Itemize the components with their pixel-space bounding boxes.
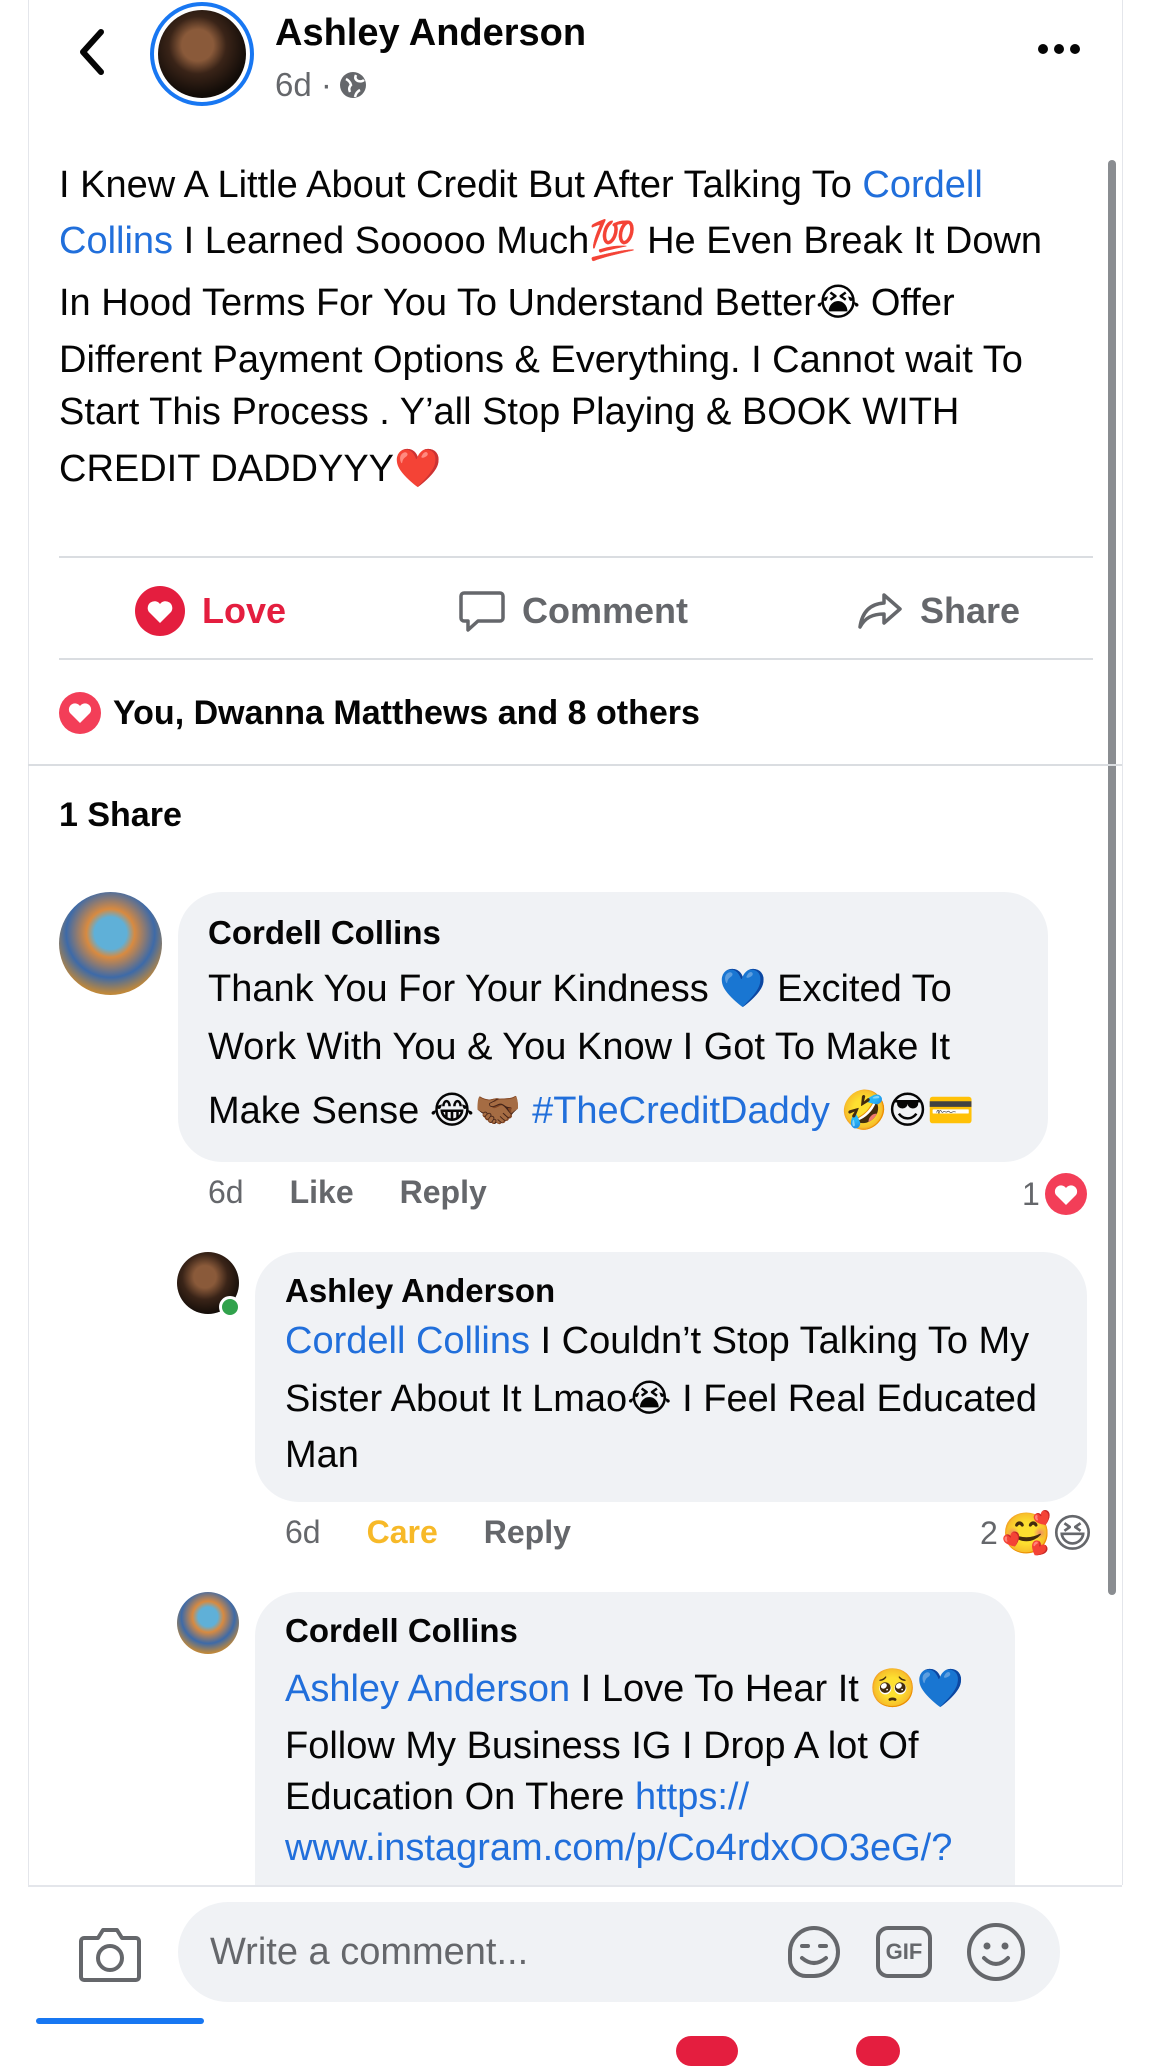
reaction-count-number: 2: [980, 1515, 998, 1551]
comment-reaction-count[interactable]: 2 🥰😆: [980, 1510, 1093, 1557]
divider: [28, 764, 1122, 766]
post-text-line: Start This Process . Y’all Stop Playing …: [59, 391, 960, 433]
comment-time: 6d: [285, 1514, 321, 1550]
sticker-button[interactable]: [782, 1920, 846, 1984]
commenter-name[interactable]: Cordell Collins: [285, 1612, 985, 1650]
post-text-line: Different Payment Options & Everything. …: [59, 339, 1023, 381]
comment-input-container: GIF: [178, 1902, 1060, 2002]
globe-icon: [339, 72, 366, 98]
heart-badge-icon: [59, 692, 101, 734]
post-body: I Knew A Little About Credit But After T…: [59, 160, 1099, 500]
comment-time: 6d: [208, 1174, 244, 1210]
comment-actions: 6d Care Reply: [285, 1514, 571, 1551]
comment-text-line: Thank You For Your Kindness 💙 Excited To: [208, 968, 952, 1010]
comment-text-line: Man: [285, 1434, 359, 1476]
gif-button[interactable]: GIF: [872, 1920, 936, 1984]
comment-label: Comment: [522, 590, 689, 631]
heart-reaction-icon: [135, 586, 185, 636]
comment-text-line: Follow My Business IG I Drop A lot Of: [285, 1725, 919, 1767]
more-dot-icon: [1070, 44, 1080, 54]
commenter-avatar[interactable]: [177, 1592, 239, 1654]
gif-label: GIF: [885, 1939, 923, 1964]
reactions-summary[interactable]: You, Dwanna Matthews and 8 others: [59, 692, 700, 734]
frame-border-right: [1122, 0, 1123, 1885]
active-tab-indicator: [36, 2018, 204, 2024]
url-link[interactable]: https://: [635, 1776, 749, 1818]
commenter-name[interactable]: Cordell Collins: [208, 914, 1018, 952]
comment-text-segment: I Couldn’t Stop Talking To My: [529, 1320, 1030, 1362]
sticker-icon: [788, 1926, 840, 1978]
comment-icon: [459, 591, 505, 632]
comment-bubble: Ashley Anderson Cordell Collins I Couldn…: [255, 1252, 1087, 1502]
comment-text-segment: Education On There: [285, 1776, 635, 1818]
more-options-button[interactable]: [1038, 44, 1080, 54]
mention-link[interactable]: Collins: [59, 220, 173, 262]
post-author-name[interactable]: Ashley Anderson: [275, 12, 586, 55]
camera-button[interactable]: [78, 1924, 142, 1984]
comment-text-segment: I Love To Hear It 🥺💙: [570, 1668, 965, 1710]
tab-bar-icon-peek: [676, 2036, 738, 2066]
more-dot-icon: [1054, 44, 1064, 54]
reaction-count-number: 1: [1022, 1175, 1040, 1212]
share-arrow-icon: [858, 593, 902, 629]
url-link[interactable]: www.instagram.com/p/Co4rdxOO3eG/?: [285, 1820, 985, 1876]
reply-button[interactable]: Reply: [484, 1514, 571, 1551]
reaction-emoji-icons: 🥰😆: [1001, 1512, 1094, 1556]
comment-input[interactable]: [208, 1929, 752, 1975]
smiley-icon: [967, 1923, 1025, 1981]
mention-link[interactable]: Cordell Collins: [285, 1320, 530, 1362]
scrollbar[interactable]: [1108, 160, 1116, 1595]
tab-bar-icon-peek: [856, 2036, 900, 2066]
comment-bubble: Cordell Collins Thank You For Your Kindn…: [178, 892, 1048, 1162]
divider: [59, 658, 1093, 660]
gif-icon: GIF: [876, 1926, 932, 1978]
comment-button[interactable]: Comment: [458, 583, 688, 639]
comment-actions: 6d Like Reply: [208, 1174, 487, 1211]
comment-text-segment: 🤣😎💳: [829, 1090, 975, 1132]
commenter-name[interactable]: Ashley Anderson: [285, 1272, 1057, 1310]
share-label: Share: [920, 590, 1021, 631]
post-meta: 6d ·: [275, 66, 368, 104]
love-label: Love: [202, 590, 287, 631]
mention-link[interactable]: Ashley Anderson: [285, 1668, 570, 1710]
hashtag-link[interactable]: #TheCreditDaddy: [532, 1090, 830, 1132]
like-button[interactable]: Like: [290, 1174, 354, 1211]
chevron-left-icon: [80, 29, 104, 75]
comment-text-line: Sister About It Lmao😭 I Feel Real Educat…: [285, 1378, 1038, 1420]
heart-reaction-icon: [1044, 1173, 1087, 1215]
comment-bubble: Cordell Collins Ashley Anderson I Love T…: [255, 1592, 1015, 1892]
comment-text-line: Work With You & You Know I Got To Make I…: [208, 1026, 951, 1068]
comment-text-segment: Make Sense 😂🤝🏾: [208, 1090, 533, 1132]
shares-count[interactable]: 1 Share: [59, 796, 182, 835]
reply-button[interactable]: Reply: [400, 1174, 487, 1211]
more-dot-icon: [1038, 44, 1048, 54]
author-avatar[interactable]: [150, 2, 254, 106]
frame-border-left: [28, 0, 29, 1885]
divider: [59, 556, 1093, 558]
care-reaction-button[interactable]: Care: [367, 1514, 438, 1551]
reactions-text: You, Dwanna Matthews and 8 others: [113, 693, 700, 732]
mention-link[interactable]: Cordell: [862, 164, 982, 206]
commenter-avatar[interactable]: [59, 892, 162, 995]
love-button[interactable]: Love: [134, 583, 286, 639]
post-text-line: CREDIT DADDYYY❤️: [59, 448, 442, 490]
post-time: 6d ·: [275, 66, 332, 103]
post-text-line: In Hood Terms For You To Understand Bett…: [59, 282, 955, 324]
share-button[interactable]: Share: [856, 583, 1020, 639]
comment-reaction-count[interactable]: 1: [1022, 1172, 1088, 1216]
back-button[interactable]: [66, 22, 118, 82]
post-text-segment: I Learned Sooooo Much💯 He Even Break It …: [173, 220, 1043, 262]
post-text-segment: I Knew A Little About Credit But After T…: [59, 164, 863, 206]
camera-icon: [79, 1928, 141, 1982]
online-status-dot: [219, 1296, 241, 1318]
divider: [28, 1885, 1122, 1887]
emoji-button[interactable]: [964, 1920, 1028, 1984]
